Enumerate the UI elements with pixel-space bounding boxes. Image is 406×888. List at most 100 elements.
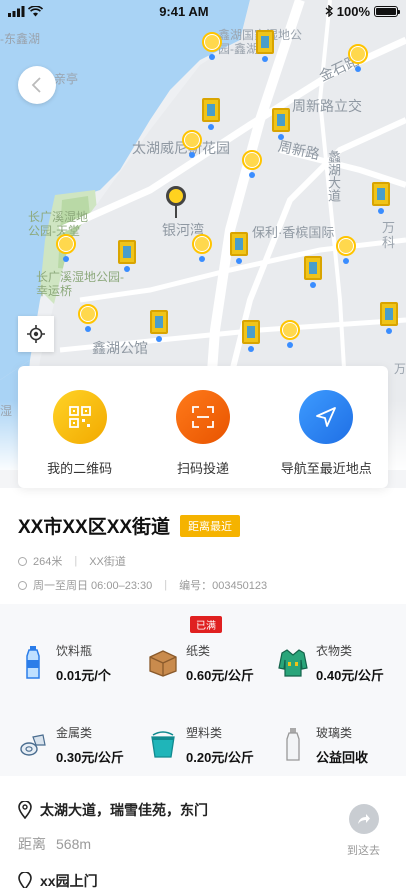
station-title-row: XX市XX区XX街道 距离最近 — [18, 512, 388, 539]
map-label: 长广溪湿地公园-幸运桥 — [36, 270, 124, 298]
station-street: XX街道 — [89, 556, 126, 568]
go-here-button[interactable]: 到这去 — [347, 804, 380, 858]
current-location-pin — [166, 186, 186, 220]
quick-actions-card: 我的二维码 扫码投递 导航至最近地点 — [18, 366, 388, 488]
map-label: 蠡湖大道 — [326, 150, 341, 202]
map-label: 周新路立交 — [292, 98, 362, 114]
bluetooth-icon — [325, 5, 333, 17]
clock-icon — [18, 580, 27, 590]
price-name: 玻璃类 — [316, 726, 353, 740]
collector-marker[interactable] — [280, 320, 300, 348]
collector-marker[interactable] — [336, 236, 356, 264]
station-location-meta: 264米 | XX街道 — [18, 553, 388, 569]
map-label: 太湖威尼斯花园 — [132, 140, 230, 156]
recycle-bin-marker[interactable] — [118, 240, 136, 272]
address-text: 太湖大道，瑞雪佳苑，东门 — [40, 802, 208, 818]
action-label: 导航至最近地点 — [280, 461, 372, 476]
map-label: 万科 — [382, 220, 396, 250]
recycle-bin-marker[interactable] — [230, 232, 248, 264]
price-item: 纸类 0.60元/公斤 已满 — [148, 616, 278, 704]
price-grid: 饮料瓶 0.01元/个 纸类 0.60元/公斤 已满 衣物类 0.40元/公斤 … — [0, 604, 406, 776]
my-qr-code-button[interactable]: 我的二维码 — [25, 390, 135, 477]
share-arrow-icon — [348, 804, 379, 834]
nearest-badge: 距离最近 — [180, 514, 241, 537]
wifi-icon — [28, 5, 43, 16]
station-number: 编号：003450123 — [179, 580, 268, 592]
recycle-bin-marker[interactable] — [202, 98, 220, 130]
locate-button[interactable] — [18, 316, 54, 352]
collector-marker[interactable] — [192, 234, 212, 262]
battery-icon — [374, 5, 400, 17]
plastic-bucket-icon — [148, 728, 178, 762]
clock: 9:41 AM — [159, 3, 209, 19]
recycle-bin-marker[interactable] — [304, 256, 322, 288]
price-value: 公益回收 — [316, 750, 369, 765]
map-label: -东鑫湖 — [0, 32, 40, 46]
location-pin-icon — [18, 801, 32, 819]
recycle-bin-marker[interactable] — [242, 320, 260, 352]
collector-marker[interactable] — [78, 304, 98, 332]
bottle-icon — [18, 646, 48, 680]
station-distance: 264米 — [33, 556, 63, 568]
recycle-bin-marker[interactable] — [256, 30, 274, 62]
price-name: 金属类 — [56, 726, 93, 740]
map-label: 万 — [394, 362, 406, 376]
collector-marker[interactable] — [182, 130, 202, 158]
price-value: 0.30元/公斤 — [56, 750, 124, 765]
station-hours: 周一至周日 06:00–23:30 — [33, 580, 153, 592]
price-name: 塑料类 — [186, 726, 223, 740]
glass-bottle-icon — [278, 728, 308, 762]
map-label: 亲亭 — [54, 72, 79, 86]
signal-icon — [8, 5, 25, 17]
status-bar: 9:41 AM 100% — [0, 0, 406, 22]
price-value: 0.01元/个 — [56, 668, 111, 683]
price-item: 玻璃类 公益回收 — [278, 704, 406, 786]
action-label: 我的二维码 — [47, 461, 113, 476]
next-address-item[interactable]: xx园上门 — [0, 868, 406, 888]
price-item: 饮料瓶 0.01元/个 — [18, 622, 148, 704]
full-badge: 已满 — [190, 616, 222, 633]
action-label: 扫码投递 — [176, 461, 229, 476]
navigate-nearest-button[interactable]: 导航至最近地点 — [271, 390, 381, 477]
box-icon — [148, 646, 178, 680]
station-info: XX市XX区XX街道 距离最近 264米 | XX街道 周一至周日 06:00–… — [0, 488, 406, 604]
location-pin-icon — [18, 556, 27, 566]
map-label: 鑫湖公馆 — [92, 340, 148, 356]
scan-deliver-button[interactable]: 扫码投递 — [148, 390, 258, 477]
address-distance: 距离 568m — [18, 834, 388, 854]
price-value: 0.60元/公斤 — [186, 668, 254, 683]
collector-marker[interactable] — [56, 234, 76, 262]
collector-marker[interactable] — [242, 150, 262, 178]
chevron-left-icon — [31, 77, 41, 93]
price-name: 衣物类 — [316, 644, 353, 658]
back-button[interactable] — [18, 66, 56, 104]
metal-can-icon — [18, 728, 48, 762]
address-item[interactable]: 太湖大道，瑞雪佳苑，东门 距离 568m 到这去 — [0, 776, 406, 868]
go-here-label: 到这去 — [347, 845, 380, 857]
signal-group — [8, 5, 43, 17]
distance-value: 568m — [56, 836, 92, 852]
distance-label: 距离 — [18, 836, 46, 852]
collector-marker[interactable] — [348, 44, 368, 72]
next-address-text: xx园上门 — [40, 873, 98, 888]
locate-icon — [27, 325, 45, 343]
clothes-icon — [278, 646, 308, 680]
recycle-bin-marker[interactable] — [150, 310, 168, 342]
station-title: XX市XX区XX街道 — [18, 517, 171, 538]
price-item: 衣物类 0.40元/公斤 — [278, 622, 406, 704]
location-pin-icon — [18, 872, 32, 888]
map-label: 湿 — [0, 404, 13, 418]
qr-code-icon — [52, 390, 107, 444]
price-value: 0.40元/公斤 — [316, 668, 384, 683]
recycle-bin-marker[interactable] — [372, 182, 390, 214]
price-name: 纸类 — [186, 644, 211, 658]
address-line: 太湖大道，瑞雪佳苑，东门 — [18, 800, 388, 820]
collector-marker[interactable] — [202, 32, 222, 60]
station-hours-meta: 周一至周日 06:00–23:30 | 编号：003450123 — [18, 577, 388, 593]
recycle-bin-marker[interactable] — [380, 302, 398, 334]
battery-percent: 100% — [336, 3, 370, 19]
price-name: 饮料瓶 — [56, 644, 93, 658]
scan-icon — [175, 390, 230, 444]
recycle-bin-marker[interactable] — [272, 108, 290, 140]
status-right: 100% — [325, 3, 400, 19]
